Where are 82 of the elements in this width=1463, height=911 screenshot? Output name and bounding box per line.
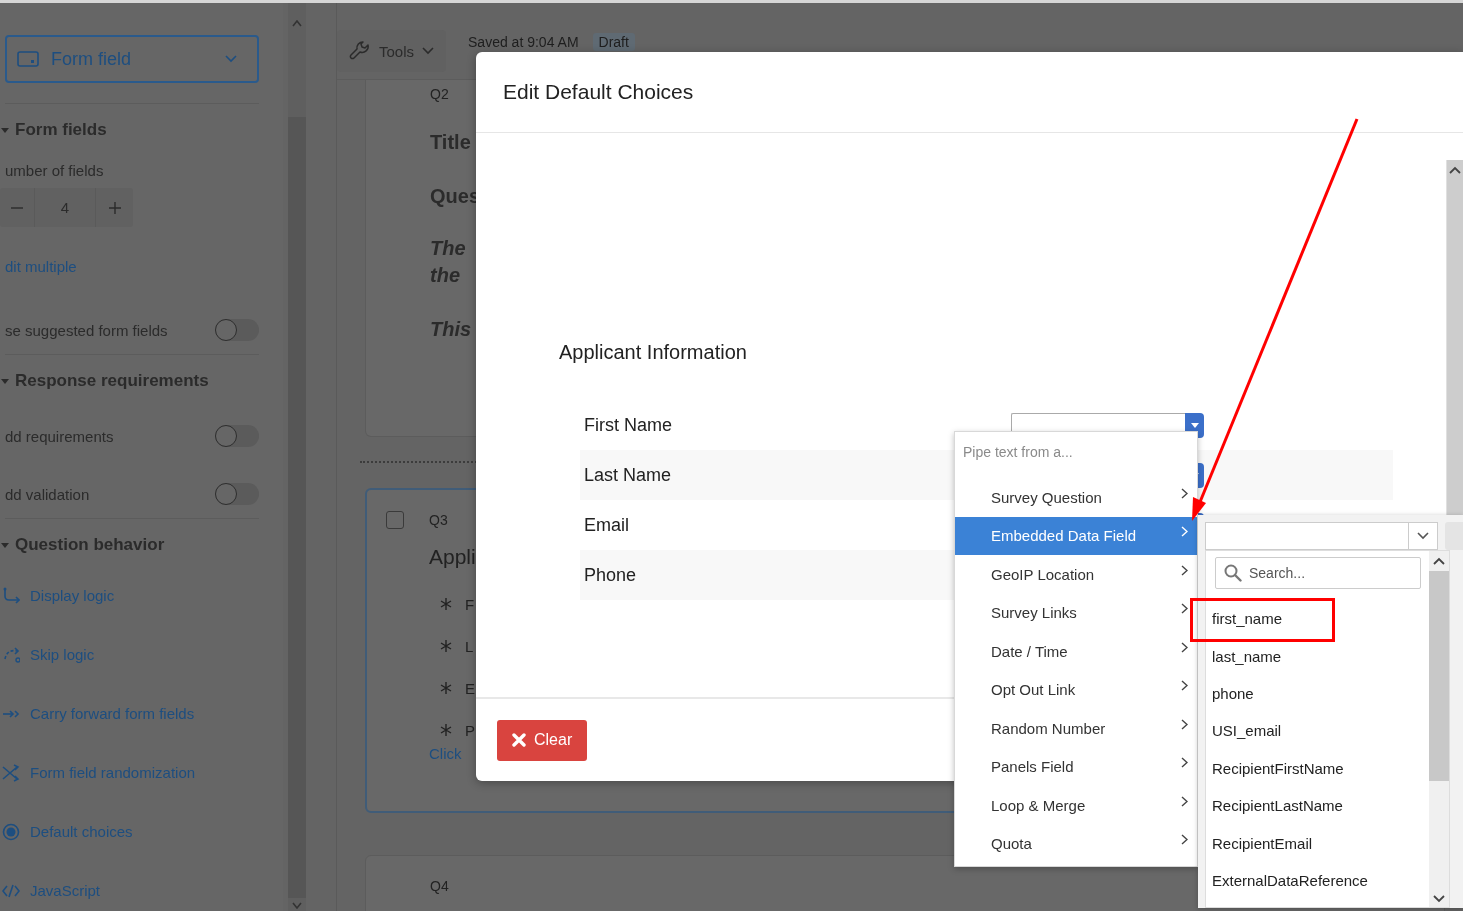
chevron-down-icon xyxy=(292,902,302,909)
menu-item[interactable]: Loop & Merge xyxy=(955,786,1197,825)
input-box-icon xyxy=(17,51,39,67)
choice-label: Last Name xyxy=(584,464,672,486)
question-heading: Applicant Information xyxy=(559,341,748,365)
scrollbar[interactable] xyxy=(1429,551,1449,907)
scrollbar[interactable] xyxy=(288,3,306,911)
question-number: Q3 xyxy=(429,512,448,528)
toggle-label: dd requirements xyxy=(5,427,114,445)
list-item[interactable]: USI_email xyxy=(1206,712,1429,750)
menu-item[interactable]: Survey Links xyxy=(955,593,1197,632)
checkbox[interactable] xyxy=(386,511,404,529)
choice-label: Phone xyxy=(584,564,637,586)
question-type-label: Form field xyxy=(51,48,132,70)
toggle-switch[interactable] xyxy=(215,483,259,505)
caret-icon xyxy=(1190,422,1199,428)
chevron-right-icon xyxy=(1181,603,1188,615)
chevron-right-icon xyxy=(1181,487,1188,499)
menu-item[interactable]: Opt Out Link xyxy=(955,670,1197,709)
choice-label: Email xyxy=(584,514,629,536)
question-text: Appli xyxy=(429,545,476,569)
chevron-up-icon xyxy=(1433,557,1445,565)
field-select[interactable] xyxy=(1205,522,1438,550)
toggle-switch[interactable] xyxy=(215,425,259,447)
search-icon xyxy=(1224,564,1242,582)
chevron-down-icon xyxy=(1417,532,1429,540)
question-text: The xyxy=(430,236,466,261)
action-icon xyxy=(2,586,20,605)
menu-item[interactable]: Quota xyxy=(955,824,1197,863)
dialog-title: Edit Default Choices xyxy=(503,80,694,104)
list-item[interactable]: ExternalDataReference xyxy=(1206,861,1429,900)
toggle-switch[interactable] xyxy=(215,319,259,341)
close-icon xyxy=(512,733,526,747)
list-item[interactable]: RecipientFirstName xyxy=(1206,749,1429,787)
action-icon xyxy=(2,645,20,664)
menu-item[interactable]: GeoIP Location xyxy=(955,555,1197,594)
action-icon xyxy=(2,822,20,841)
menu-item[interactable]: Embedded Data Field xyxy=(955,516,1197,555)
status-badge: Draft xyxy=(592,33,635,51)
menu-item[interactable]: Panels Field xyxy=(955,747,1197,786)
field-label: umber of fields xyxy=(5,161,104,179)
question-number: Q2 xyxy=(430,86,449,102)
chevron-right-icon xyxy=(1181,718,1188,730)
chevron-right-icon xyxy=(1181,564,1188,576)
action-icon xyxy=(2,763,20,782)
list-item[interactable]: RecipientEmail xyxy=(1206,824,1429,862)
chevron-right-icon xyxy=(1181,526,1188,538)
plus-icon xyxy=(108,201,121,214)
menu-item[interactable]: Survey Question xyxy=(955,478,1197,517)
asterisk-icon xyxy=(439,597,453,611)
menu-item[interactable]: Random Number xyxy=(955,709,1197,748)
menu-item[interactable]: Date / Time xyxy=(955,632,1197,671)
chevron-up-icon xyxy=(1449,166,1461,174)
chevron-right-icon xyxy=(1181,795,1188,807)
question-text: This xyxy=(430,317,472,342)
choice-text: E xyxy=(465,679,475,697)
choice-text: L xyxy=(465,637,474,655)
question-number: Q4 xyxy=(430,878,449,894)
chevron-down-icon xyxy=(422,47,435,55)
save-status: Saved at 9:04 AM xyxy=(468,34,579,50)
clear-button[interactable]: Clear xyxy=(497,719,588,761)
chevron-up-icon xyxy=(292,20,302,27)
question-text: the xyxy=(430,263,460,288)
chevron-right-icon xyxy=(1181,834,1188,846)
choice-text: P xyxy=(465,721,475,739)
wrench-icon xyxy=(349,40,371,62)
asterisk-icon xyxy=(439,681,453,695)
chevron-right-icon xyxy=(1181,641,1188,653)
choice-text: F xyxy=(465,595,475,613)
asterisk-icon xyxy=(439,723,453,737)
choice-label: First Name xyxy=(584,414,672,436)
question-text: Title xyxy=(430,131,471,154)
toggle-label: dd validation xyxy=(5,485,90,503)
chevron-down-icon xyxy=(225,55,237,63)
chevron-right-icon xyxy=(1181,757,1188,769)
list-item[interactable]: RecipientLastName xyxy=(1206,786,1429,825)
search-field[interactable]: Search... xyxy=(1215,557,1421,589)
chevron-right-icon xyxy=(1181,680,1188,692)
list-item[interactable]: phone xyxy=(1206,674,1429,713)
chevron-down-icon xyxy=(1433,895,1445,903)
asterisk-icon xyxy=(439,639,453,653)
toggle-label: se suggested form fields xyxy=(5,321,168,339)
